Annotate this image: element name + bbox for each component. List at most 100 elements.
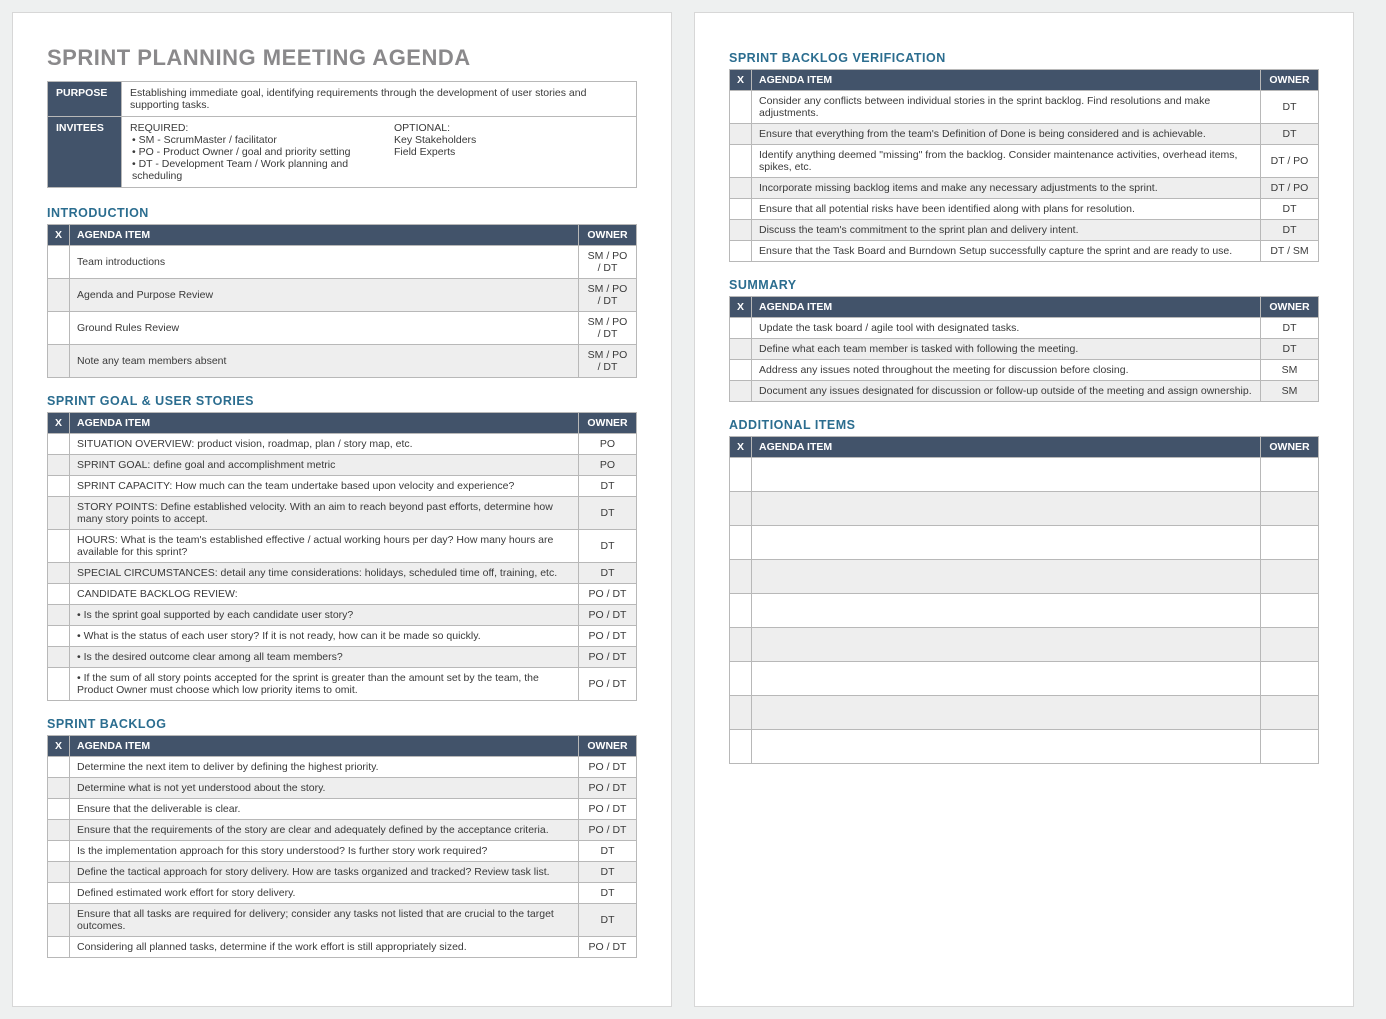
table-row: [730, 628, 1319, 662]
additional-items-table: X AGENDA ITEM OWNER: [729, 436, 1319, 764]
owner-cell: DT / SM: [1261, 241, 1319, 262]
x-cell[interactable]: [730, 91, 752, 124]
x-cell[interactable]: [730, 730, 752, 764]
x-cell[interactable]: [730, 526, 752, 560]
x-cell[interactable]: [48, 434, 70, 455]
x-cell[interactable]: [48, 279, 70, 312]
col-x: X: [730, 437, 752, 458]
x-cell[interactable]: [730, 199, 752, 220]
x-cell[interactable]: [730, 594, 752, 628]
x-cell[interactable]: [730, 458, 752, 492]
owner-cell: PO / DT: [579, 605, 637, 626]
x-cell[interactable]: [48, 668, 70, 701]
table-row: SPRINT GOAL: define goal and accomplishm…: [48, 455, 637, 476]
table-row: STORY POINTS: Define established velocit…: [48, 497, 637, 530]
x-cell[interactable]: [730, 145, 752, 178]
x-cell[interactable]: [48, 246, 70, 279]
x-cell[interactable]: [48, 862, 70, 883]
table-row: Ensure that the deliverable is clear.PO …: [48, 799, 637, 820]
purpose-invitees-table: PURPOSE Establishing immediate goal, ide…: [47, 81, 637, 188]
page-1: SPRINT PLANNING MEETING AGENDA PURPOSE E…: [12, 12, 672, 1007]
x-cell[interactable]: [48, 584, 70, 605]
x-cell[interactable]: [48, 647, 70, 668]
invitees-label: INVITEES: [48, 117, 122, 188]
owner-cell: DT: [579, 497, 637, 530]
x-cell[interactable]: [730, 381, 752, 402]
x-cell[interactable]: [730, 628, 752, 662]
owner-cell: PO / DT: [579, 757, 637, 778]
owner-cell: DT: [1261, 318, 1319, 339]
col-agenda-item: AGENDA ITEM: [752, 437, 1261, 458]
x-cell[interactable]: [730, 339, 752, 360]
x-cell[interactable]: [730, 124, 752, 145]
x-cell[interactable]: [730, 560, 752, 594]
agenda-item-cell: Discuss the team's commitment to the spr…: [752, 220, 1261, 241]
col-owner: OWNER: [1261, 437, 1319, 458]
agenda-item-cell: SPRINT CAPACITY: How much can the team u…: [70, 476, 579, 497]
agenda-item-cell: Update the task board / agile tool with …: [752, 318, 1261, 339]
agenda-item-cell: Address any issues noted throughout the …: [752, 360, 1261, 381]
x-cell[interactable]: [48, 937, 70, 958]
x-cell[interactable]: [48, 530, 70, 563]
owner-cell: SM: [1261, 360, 1319, 381]
table-row: Discuss the team's commitment to the spr…: [730, 220, 1319, 241]
agenda-item-cell: Ensure that the deliverable is clear.: [70, 799, 579, 820]
goal-stories-table: X AGENDA ITEM OWNER SITUATION OVERVIEW: …: [47, 412, 637, 701]
table-row: SITUATION OVERVIEW: product vision, road…: [48, 434, 637, 455]
owner-cell: PO / DT: [579, 778, 637, 799]
agenda-item-cell: Define what each team member is tasked w…: [752, 339, 1261, 360]
owner-cell: DT: [1261, 91, 1319, 124]
required-line: • DT - Development Team / Work planning …: [132, 158, 364, 182]
agenda-item-cell: Determine the next item to deliver by de…: [70, 757, 579, 778]
col-owner: OWNER: [1261, 297, 1319, 318]
x-cell[interactable]: [730, 360, 752, 381]
owner-cell: PO / DT: [579, 799, 637, 820]
x-cell[interactable]: [730, 178, 752, 199]
agenda-item-cell: Ensure that the requirements of the stor…: [70, 820, 579, 841]
table-row: Agenda and Purpose ReviewSM / PO / DT: [48, 279, 637, 312]
owner-cell: SM: [1261, 381, 1319, 402]
x-cell[interactable]: [48, 563, 70, 584]
summary-rows: Update the task board / agile tool with …: [730, 318, 1319, 402]
section-title-additional: ADDITIONAL ITEMS: [729, 418, 1319, 432]
agenda-item-cell: Ensure that all potential risks have bee…: [752, 199, 1261, 220]
sprint-backlog-rows: Determine the next item to deliver by de…: [48, 757, 637, 958]
table-row: [730, 458, 1319, 492]
x-cell[interactable]: [730, 492, 752, 526]
table-row: • Is the desired outcome clear among all…: [48, 647, 637, 668]
col-agenda-item: AGENDA ITEM: [752, 70, 1261, 91]
table-row: • What is the status of each user story?…: [48, 626, 637, 647]
x-cell[interactable]: [48, 799, 70, 820]
x-cell[interactable]: [48, 841, 70, 862]
owner-cell: PO / DT: [579, 647, 637, 668]
x-cell[interactable]: [48, 605, 70, 626]
optional-line: Key Stakeholders: [394, 134, 628, 146]
x-cell[interactable]: [730, 318, 752, 339]
x-cell[interactable]: [48, 757, 70, 778]
x-cell[interactable]: [48, 345, 70, 378]
additional-items-rows: [730, 458, 1319, 764]
agenda-item-cell: Team introductions: [70, 246, 579, 279]
agenda-item-cell: Ensure that all tasks are required for d…: [70, 904, 579, 937]
x-cell[interactable]: [48, 820, 70, 841]
owner-cell: SM / PO / DT: [579, 279, 637, 312]
x-cell[interactable]: [48, 904, 70, 937]
agenda-item-cell: Note any team members absent: [70, 345, 579, 378]
table-row: [730, 526, 1319, 560]
x-cell[interactable]: [48, 883, 70, 904]
x-cell[interactable]: [48, 626, 70, 647]
x-cell[interactable]: [730, 696, 752, 730]
owner-cell: PO / DT: [579, 584, 637, 605]
x-cell[interactable]: [730, 220, 752, 241]
agenda-item-cell: Consider any conflicts between individua…: [752, 91, 1261, 124]
x-cell[interactable]: [48, 455, 70, 476]
table-row: Update the task board / agile tool with …: [730, 318, 1319, 339]
x-cell[interactable]: [48, 497, 70, 530]
required-heading: REQUIRED:: [130, 122, 364, 134]
x-cell[interactable]: [48, 476, 70, 497]
agenda-item-cell: Is the implementation approach for this …: [70, 841, 579, 862]
x-cell[interactable]: [730, 662, 752, 696]
x-cell[interactable]: [48, 312, 70, 345]
x-cell[interactable]: [730, 241, 752, 262]
x-cell[interactable]: [48, 778, 70, 799]
